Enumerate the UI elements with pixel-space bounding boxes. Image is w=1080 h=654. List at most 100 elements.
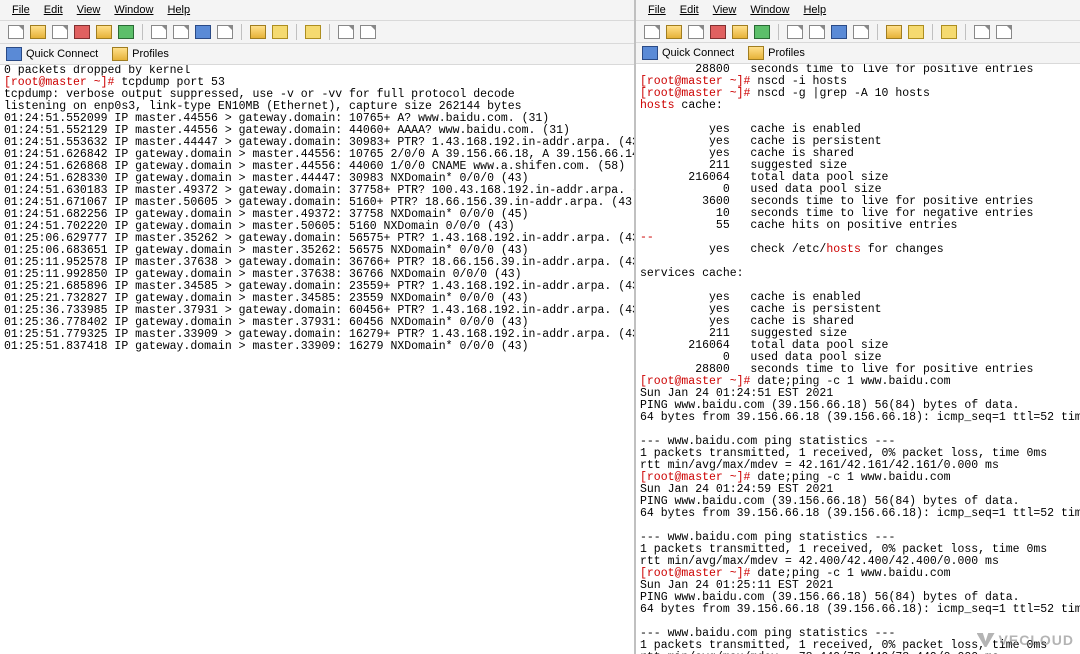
- reconnect-icon: [688, 25, 704, 39]
- pane-right: File Edit View Window Help Quick Connect…: [636, 0, 1080, 654]
- menubar-right: File Edit View Window Help: [636, 0, 1080, 21]
- copy2-icon: [787, 25, 803, 39]
- filter-icon: [831, 25, 847, 39]
- menu-edit[interactable]: Edit: [44, 0, 63, 20]
- lightning-icon: [6, 47, 22, 61]
- settings-icon: [250, 25, 266, 39]
- quick-connect[interactable]: Quick Connect: [6, 47, 98, 61]
- quickbar-left: Quick Connect Profiles: [0, 44, 634, 65]
- settings-icon: [886, 25, 902, 39]
- copy-icon: [732, 25, 748, 39]
- menu-view[interactable]: View: [77, 0, 101, 20]
- profiles[interactable]: Profiles: [112, 47, 169, 61]
- folder-icon: [748, 46, 764, 60]
- whatsthis-icon: [996, 25, 1012, 39]
- print-button[interactable]: [664, 22, 684, 42]
- folder-icon: [112, 47, 128, 61]
- terminal-left[interactable]: 0 packets dropped by kernel [root@master…: [0, 65, 634, 654]
- paste-button[interactable]: [116, 22, 136, 42]
- filter-button[interactable]: [829, 22, 849, 42]
- paste-button[interactable]: [752, 22, 772, 42]
- whatsthis-icon: [360, 25, 376, 39]
- new-window-icon: [8, 25, 24, 39]
- menu-window[interactable]: Window: [750, 0, 789, 20]
- toolbar-separator: [877, 24, 878, 40]
- copy2-icon: [151, 25, 167, 39]
- toolbar-separator: [965, 24, 966, 40]
- profiles-label: Profiles: [132, 48, 169, 60]
- disconnect-button[interactable]: [708, 22, 728, 42]
- reconnect-icon: [52, 25, 68, 39]
- quick-connect-label: Quick Connect: [26, 48, 98, 60]
- reconnect-button[interactable]: [686, 22, 706, 42]
- menu-file[interactable]: File: [12, 0, 30, 20]
- terminal-right[interactable]: 28800 seconds time to live for positive …: [636, 64, 1080, 654]
- quickbar-right: Quick Connect Profiles: [636, 43, 1080, 64]
- whatsthis-button[interactable]: [994, 22, 1014, 42]
- new-window-icon: [644, 25, 660, 39]
- print-icon: [30, 25, 46, 39]
- toolbar-right: [636, 21, 1080, 43]
- menu-window[interactable]: Window: [114, 0, 153, 20]
- palette-icon: [272, 25, 288, 39]
- help-icon: [974, 25, 990, 39]
- reconnect-button[interactable]: [50, 22, 70, 42]
- palette-button[interactable]: [906, 22, 926, 42]
- settings-button[interactable]: [884, 22, 904, 42]
- filter-icon: [195, 25, 211, 39]
- print-button[interactable]: [28, 22, 48, 42]
- new-window-button[interactable]: [6, 22, 26, 42]
- quick-connect-label: Quick Connect: [662, 47, 734, 59]
- menu-view[interactable]: View: [713, 0, 737, 20]
- toolbar-separator: [778, 24, 779, 40]
- help-button[interactable]: [972, 22, 992, 42]
- print-icon: [666, 25, 682, 39]
- profiles[interactable]: Profiles: [748, 46, 805, 60]
- help-button[interactable]: [336, 22, 356, 42]
- find-button[interactable]: [851, 22, 871, 42]
- key-button[interactable]: [939, 22, 959, 42]
- copy-button[interactable]: [730, 22, 750, 42]
- toolbar-separator: [296, 24, 297, 40]
- toolbar-separator: [329, 24, 330, 40]
- paste-icon: [118, 25, 134, 39]
- find-icon: [217, 25, 233, 39]
- paste2-icon: [809, 25, 825, 39]
- settings-button[interactable]: [248, 22, 268, 42]
- menu-file[interactable]: File: [648, 0, 666, 20]
- menu-help[interactable]: Help: [803, 0, 826, 20]
- menu-help[interactable]: Help: [167, 0, 190, 20]
- lightning-icon: [642, 46, 658, 60]
- disconnect-button[interactable]: [72, 22, 92, 42]
- find-button[interactable]: [215, 22, 235, 42]
- new-window-button[interactable]: [642, 22, 662, 42]
- toolbar-separator: [241, 24, 242, 40]
- copy-button[interactable]: [94, 22, 114, 42]
- paste2-button[interactable]: [807, 22, 827, 42]
- quick-connect[interactable]: Quick Connect: [642, 46, 734, 60]
- toolbar-left: [0, 21, 634, 44]
- whatsthis-button[interactable]: [358, 22, 378, 42]
- copy2-button[interactable]: [149, 22, 169, 42]
- copy-icon: [96, 25, 112, 39]
- paste-icon: [754, 25, 770, 39]
- disconnect-icon: [710, 25, 726, 39]
- profiles-label: Profiles: [768, 47, 805, 59]
- toolbar-separator: [142, 24, 143, 40]
- key-icon: [305, 25, 321, 39]
- disconnect-icon: [74, 25, 90, 39]
- filter-button[interactable]: [193, 22, 213, 42]
- paste2-button[interactable]: [171, 22, 191, 42]
- find-icon: [853, 25, 869, 39]
- paste2-icon: [173, 25, 189, 39]
- palette-button[interactable]: [270, 22, 290, 42]
- key-icon: [941, 25, 957, 39]
- key-button[interactable]: [303, 22, 323, 42]
- toolbar-separator: [932, 24, 933, 40]
- palette-icon: [908, 25, 924, 39]
- pane-left: File Edit View Window Help Quick Connect…: [0, 0, 636, 654]
- copy2-button[interactable]: [785, 22, 805, 42]
- help-icon: [338, 25, 354, 39]
- menu-edit[interactable]: Edit: [680, 0, 699, 20]
- menubar-left: File Edit View Window Help: [0, 0, 634, 21]
